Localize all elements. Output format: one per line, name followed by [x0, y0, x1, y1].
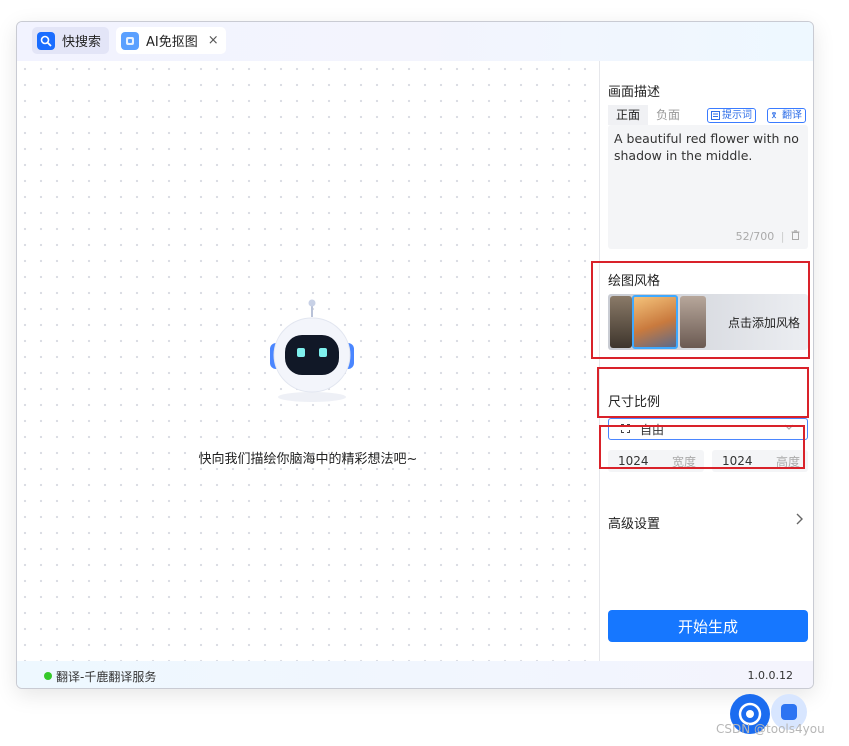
prompt-textarea[interactable]: A beautiful red flower with no shadow in… [608, 125, 808, 249]
char-counter: 52/700 | [736, 228, 800, 245]
tab-ai-cutout[interactable]: AI免抠图 × [116, 27, 226, 54]
tab-negative-prompt[interactable]: 负面 [648, 105, 688, 125]
prompt-text: A beautiful red flower with no shadow in… [614, 131, 799, 163]
char-count: 52/700 [735, 230, 775, 243]
close-icon[interactable]: × [208, 33, 219, 48]
prompt-words-button[interactable]: 提示词 [707, 108, 756, 123]
prompt-tab-group: 正面 负面 [608, 105, 688, 125]
tab-positive-prompt[interactable]: 正面 [608, 105, 649, 125]
translate-label: 翻译 [782, 110, 802, 121]
tab-bar: 快搜索 AI免抠图 × [17, 22, 813, 61]
chevron-right-icon [794, 511, 804, 530]
description-title: 画面描述 [608, 85, 661, 100]
settings-panel: 画面描述 正面 负面 提示词 翻译 A beautiful red flower… [600, 61, 813, 661]
tab-quick-search[interactable]: 快搜索 [32, 27, 109, 54]
watermark: CSDN @tools4you [716, 722, 825, 736]
robot-mascot-icon [257, 293, 367, 403]
prompt-words-label: 提示词 [722, 110, 752, 121]
highlight-box [597, 367, 809, 418]
tab-label: AI免抠图 [146, 35, 198, 50]
tab-label: 快搜索 [62, 35, 102, 50]
advanced-settings-label: 高级设置 [608, 517, 661, 532]
trash-icon[interactable] [791, 230, 800, 243]
drawing-canvas: 快向我们描绘你脑海中的精彩想法吧~ [17, 61, 599, 661]
status-bar: 翻译-千鹿翻译服务 1.0.0.12 [17, 661, 813, 688]
cutout-app-icon [121, 31, 139, 50]
start-generate-button[interactable]: 开始生成 [608, 610, 808, 642]
translation-service-status: 翻译-千鹿翻译服务 [56, 670, 157, 684]
highlight-box [599, 425, 805, 469]
prompt-icon [711, 111, 720, 120]
advanced-settings-row[interactable]: 高级设置 [608, 513, 808, 532]
translate-button[interactable]: 翻译 [767, 108, 806, 123]
status-dot-icon [44, 672, 52, 680]
canvas-hint: 快向我们描绘你脑海中的精彩想法吧~ [198, 452, 418, 467]
search-icon [37, 31, 55, 50]
app-version: 1.0.0.12 [747, 669, 793, 682]
highlight-box [591, 261, 810, 359]
translate-icon [771, 112, 777, 119]
